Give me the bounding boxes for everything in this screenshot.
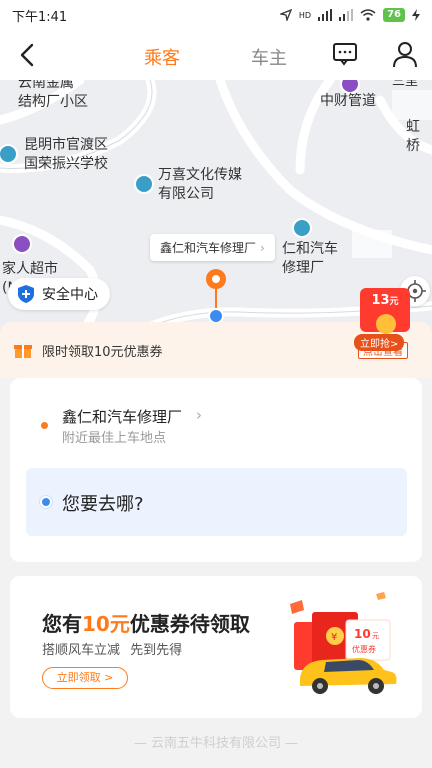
map-label-zhongcai: 中财管道	[320, 93, 376, 109]
map-label-wanxi: 万喜文化传媒 有限公司	[158, 167, 242, 202]
coupon-illustration-icon: ¥ 10 元 优惠券	[290, 592, 397, 694]
map-poi-supermarket-pin	[12, 234, 32, 254]
promo-subtitle: 搭顺风车立减 先到先得	[42, 643, 183, 658]
shield-icon	[18, 285, 34, 303]
svg-text:¥: ¥	[331, 632, 337, 643]
status-bar: 下午1:41 HD 76	[0, 0, 432, 30]
location-icon	[279, 9, 292, 21]
map-label-top-right: 三里	[392, 80, 419, 89]
claim-now-button[interactable]: 立即领取 >	[42, 667, 128, 689]
map-label-metal-factory: 云南金属 结构厂小区	[18, 80, 88, 110]
pickup-callout[interactable]: 鑫仁和汽车修理厂 ›	[150, 234, 275, 261]
art-unit: 元	[372, 632, 379, 640]
red-packet-amount: 13	[371, 293, 390, 308]
promo-title-amount: 10元	[82, 612, 130, 636]
destination-dot	[40, 496, 52, 508]
promo-card[interactable]: 您有10元优惠券待领取 搭顺风车立减 先到先得 立即领取 > ¥ 10 元 优惠…	[10, 576, 422, 718]
user-icon[interactable]	[392, 40, 418, 68]
back-arrow-icon[interactable]	[14, 40, 44, 70]
network-label: HD	[298, 10, 312, 20]
map-label-renhe: 仁和汽车 修理厂	[282, 241, 338, 276]
art-amount: 10	[354, 627, 371, 641]
destination-input[interactable]: 您要去哪?	[26, 468, 407, 536]
coupon-banner-text: 限时领取10元优惠券	[42, 344, 163, 360]
status-icons: HD 76	[279, 8, 420, 22]
promo-title-prefix: 您有	[42, 612, 82, 636]
destination-placeholder: 您要去哪?	[62, 494, 144, 515]
gift-icon	[14, 345, 32, 358]
signal-icon	[318, 9, 333, 21]
signal-icon-2	[339, 9, 354, 21]
footer-company: — 云南五牛科技有限公司 —	[133, 736, 299, 751]
red-packet-widget[interactable]: 13元 点击查看 立即抢>	[352, 284, 422, 359]
route-card: 鑫仁和汽车修理厂 › 附近最佳上车地点 您要去哪?	[10, 378, 422, 562]
map-poi-garage-pin	[292, 218, 312, 238]
red-packet-seal	[376, 314, 396, 334]
red-packet-grab-button[interactable]: 立即抢>	[354, 334, 405, 351]
wifi-icon	[360, 9, 376, 21]
origin-dot	[41, 422, 48, 429]
promo-title: 您有10元优惠券待领取	[42, 608, 250, 637]
top-nav-bar: 乘客 车主	[0, 30, 432, 80]
pickup-callout-label: 鑫仁和汽车修理厂	[160, 241, 257, 255]
map-label-hongqiao: 虹桥	[406, 119, 420, 154]
red-packet-unit: 元	[389, 297, 399, 307]
art-label: 优惠券	[352, 644, 376, 654]
coupon-car-illustration: ¥ 10 元 优惠券	[280, 592, 406, 702]
tab-driver[interactable]: 车主	[251, 44, 287, 70]
map-label-school: 昆明市官渡区 国荣振兴学校	[24, 137, 108, 172]
chevron-right-icon: ›	[260, 241, 265, 255]
chevron-right-icon[interactable]: ›	[196, 406, 202, 424]
charging-icon	[412, 9, 420, 21]
message-icon[interactable]	[332, 41, 358, 67]
safety-center-label: 安全中心	[42, 287, 98, 303]
safety-center-button[interactable]: 安全中心	[8, 278, 110, 310]
pickup-location-pin	[206, 269, 226, 324]
promo-title-suffix: 优惠券待领取	[129, 612, 250, 636]
battery-icon: 76	[383, 8, 405, 22]
origin-name[interactable]: 鑫仁和汽车修理厂	[62, 406, 182, 427]
origin-hint: 附近最佳上车地点	[62, 431, 167, 446]
tab-passenger[interactable]: 乘客	[144, 44, 180, 70]
status-time: 下午1:41	[12, 9, 68, 25]
map-poi-company-pin	[134, 174, 154, 194]
